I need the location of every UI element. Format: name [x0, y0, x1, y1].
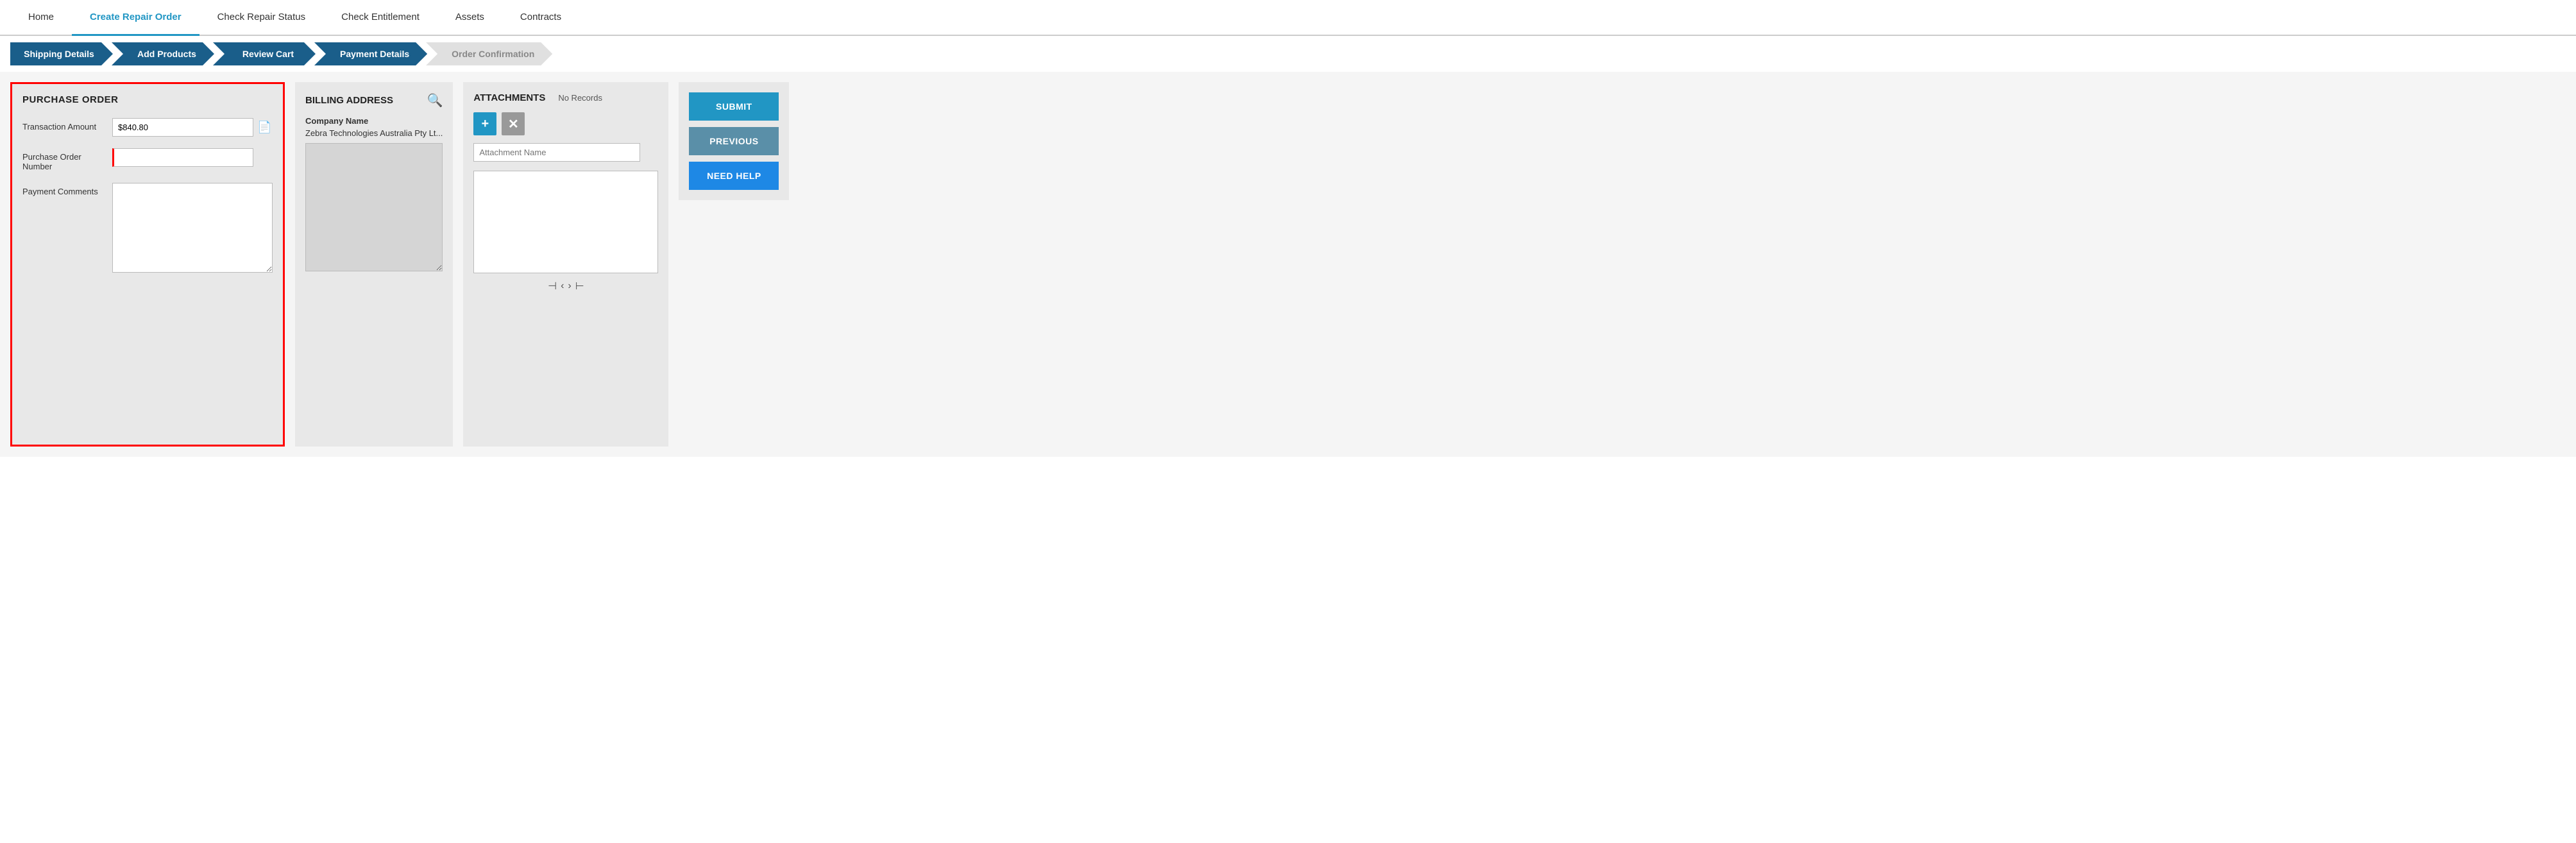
nav-home[interactable]: Home [10, 0, 72, 36]
transaction-amount-input[interactable] [112, 118, 253, 137]
previous-button[interactable]: PREVIOUS [689, 127, 779, 155]
pagination-prev[interactable]: ‹ [561, 280, 564, 292]
step-review-cart[interactable]: Review Cart [213, 42, 316, 65]
payment-comments-row: Payment Comments [22, 183, 273, 273]
nav-assets[interactable]: Assets [437, 0, 502, 36]
transaction-amount-label: Transaction Amount [22, 118, 106, 132]
billing-section: BILLING ADDRESS 🔍 Company Name Zebra Tec… [295, 82, 453, 447]
step-order-confirmation[interactable]: Order Confirmation [426, 42, 552, 65]
purchase-order-section: PURCHASE ORDER Transaction Amount 📄 Purc… [10, 82, 285, 447]
pagination-last[interactable]: ⊢ [575, 280, 584, 293]
purchase-order-title: PURCHASE ORDER [22, 94, 273, 105]
pagination-next[interactable]: › [568, 280, 571, 292]
nav-contracts[interactable]: Contracts [502, 0, 579, 36]
attachment-pagination: ⊣ ‹ › ⊢ [473, 280, 658, 293]
billing-title: BILLING ADDRESS [305, 95, 393, 106]
step-shipping-details[interactable]: Shipping Details [10, 42, 113, 65]
payment-comments-textarea[interactable] [112, 183, 273, 273]
right-buttons: SUBMIT PREVIOUS NEED HELP [679, 82, 789, 200]
pagination-first[interactable]: ⊣ [548, 280, 557, 293]
attach-buttons: + ✕ [473, 112, 658, 135]
steps-bar: Shipping Details Add Products Review Car… [0, 36, 2576, 72]
attachment-list-area [473, 171, 658, 273]
payment-comments-label: Payment Comments [22, 183, 106, 196]
attachments-header: ATTACHMENTS No Records [473, 92, 658, 103]
step-payment-details[interactable]: Payment Details [314, 42, 427, 65]
purchase-order-number-input[interactable] [112, 148, 253, 167]
main-content: PURCHASE ORDER Transaction Amount 📄 Purc… [0, 72, 2576, 457]
nav-check-entitlement[interactable]: Check Entitlement [323, 0, 437, 36]
top-nav: Home Create Repair Order Check Repair St… [0, 0, 2576, 36]
purchase-order-number-wrap [112, 148, 273, 167]
purchase-order-number-row: Purchase OrderNumber [22, 148, 273, 171]
billing-address-textarea[interactable] [305, 143, 443, 271]
billing-search-button[interactable]: 🔍 [427, 92, 443, 108]
nav-create-repair-order[interactable]: Create Repair Order [72, 0, 199, 36]
billing-header: BILLING ADDRESS 🔍 [305, 92, 443, 108]
attachments-title: ATTACHMENTS [473, 92, 545, 103]
add-attachment-button[interactable]: + [473, 112, 496, 135]
remove-attachment-button[interactable]: ✕ [502, 112, 525, 135]
billing-company-value: Zebra Technologies Australia Pty Lt... [305, 128, 443, 138]
attachments-section: ATTACHMENTS No Records + ✕ ⊣ ‹ › ⊢ [463, 82, 668, 447]
nav-check-repair-status[interactable]: Check Repair Status [199, 0, 324, 36]
need-help-button[interactable]: NEED HELP [689, 162, 779, 190]
transaction-amount-wrap: 📄 [112, 118, 273, 137]
doc-icon: 📄 [257, 121, 271, 134]
submit-button[interactable]: SUBMIT [689, 92, 779, 121]
payment-comments-wrap [112, 183, 273, 273]
attachment-name-input[interactable] [473, 143, 640, 162]
transaction-amount-row: Transaction Amount 📄 [22, 118, 273, 137]
billing-company-name-label: Company Name [305, 116, 443, 126]
purchase-order-number-label: Purchase OrderNumber [22, 148, 106, 171]
no-records-label: No Records [558, 93, 602, 103]
step-add-products[interactable]: Add Products [112, 42, 214, 65]
